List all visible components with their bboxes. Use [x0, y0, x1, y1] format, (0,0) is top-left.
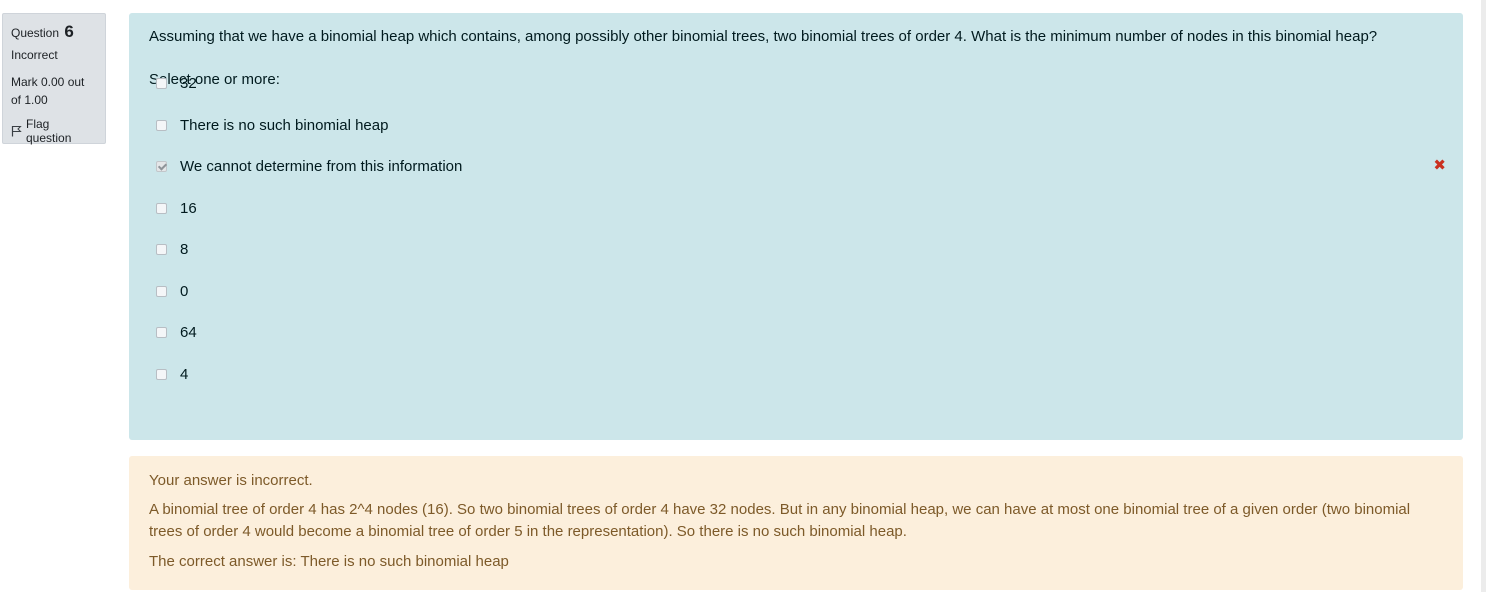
answer-label: 8: [180, 240, 189, 258]
answer-option[interactable]: 32: [156, 73, 1446, 93]
feedback-status: Your answer is incorrect.: [149, 472, 313, 489]
question-state: Incorrect: [11, 48, 58, 62]
question-info-panel: Question 6 Incorrect Mark 0.00 out of 1.…: [2, 13, 106, 145]
answer-checkbox[interactable]: [156, 77, 167, 89]
flag-question-label: Flag question: [26, 117, 72, 145]
question-number: 6: [64, 22, 74, 41]
question-grade: Mark 0.00 out of 1.00: [11, 75, 85, 107]
answer-label: 32: [180, 74, 197, 92]
answer-label: 0: [180, 282, 189, 300]
answer-checkbox[interactable]: [156, 202, 167, 214]
answer-label: 4: [180, 365, 189, 383]
answer-checkbox[interactable]: [156, 285, 167, 297]
answer-label: 16: [180, 199, 197, 217]
answer-option[interactable]: There is no such binomial heap: [156, 115, 1446, 135]
answer-checkbox[interactable]: [156, 119, 167, 131]
answer-label: We cannot determine from this informatio…: [180, 157, 463, 175]
answer-label: 64: [180, 323, 197, 341]
answer-option[interactable]: 16: [156, 198, 1446, 218]
answer-checkbox-checked[interactable]: [156, 160, 167, 172]
answer-option[interactable]: 0: [156, 281, 1446, 301]
right-answer: The correct answer is: There is no such …: [149, 553, 509, 570]
general-feedback: A binomial tree of order 4 has 2^4 nodes…: [149, 501, 1411, 540]
answer-label: There is no such binomial heap: [180, 116, 389, 134]
answer-option[interactable]: 64: [156, 322, 1446, 342]
flag-icon: [11, 125, 22, 137]
answer-option-selected[interactable]: We cannot determine from this informatio…: [156, 156, 1446, 176]
answer-checkbox[interactable]: [156, 326, 167, 338]
flag-question-link[interactable]: Flag question: [11, 117, 97, 145]
feedback-panel: Your answer is incorrect. A binomial tre…: [129, 456, 1463, 590]
answer-option[interactable]: 4: [156, 364, 1446, 384]
page-scrollbar[interactable]: [1481, 0, 1486, 592]
answer-option[interactable]: 8: [156, 239, 1446, 259]
answer-checkbox[interactable]: [156, 243, 167, 255]
question-text: Assuming that we have a binomial heap wh…: [149, 28, 1378, 45]
question-formulation: Assuming that we have a binomial heap wh…: [129, 13, 1463, 440]
incorrect-icon: ✖: [1433, 157, 1446, 174]
answer-checkbox[interactable]: [156, 368, 167, 380]
question-label: Question: [11, 26, 60, 40]
question-number-heading: Question 6: [11, 22, 97, 43]
